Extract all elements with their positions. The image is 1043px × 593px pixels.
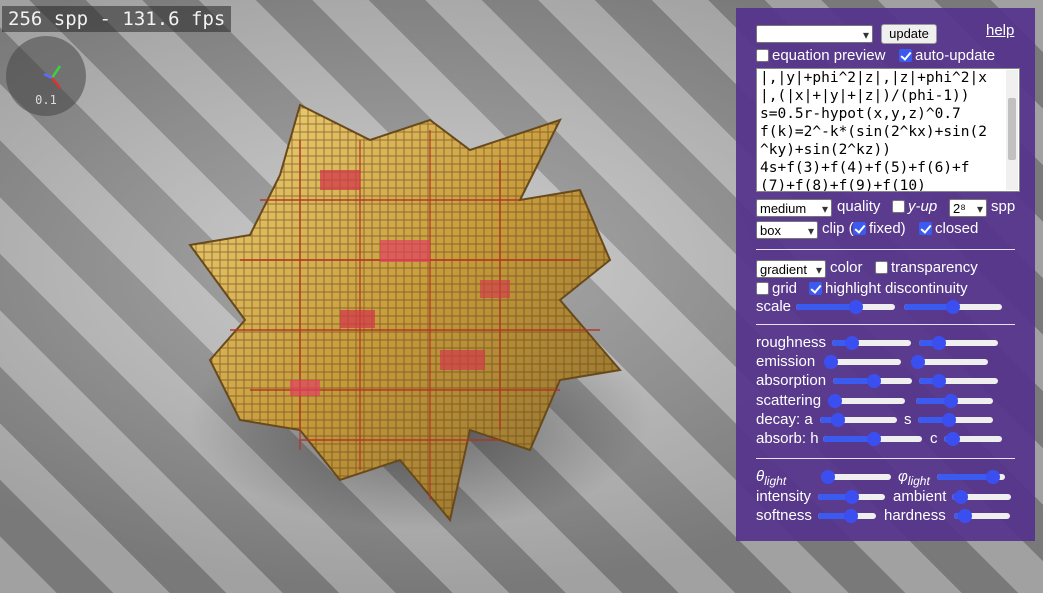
absorb-c-label: c [930,430,938,447]
absorption-label: absorption [756,372,827,389]
clip-fixed-toggle[interactable]: fixed) [853,220,906,237]
decay-a-label: decay: a [756,411,813,428]
clip-label: clip ( [822,220,854,237]
transparency-label: transparency [891,259,978,276]
divider [756,249,1015,250]
phi-light-slider[interactable] [937,470,1005,484]
absorb-h-slider[interactable] [823,432,922,446]
transparency-checkbox[interactable] [875,261,888,274]
y-up-toggle[interactable]: y-up [892,198,937,215]
axis-gizmo[interactable]: 0.1 [6,36,86,116]
equation-line: (7)+f(8)+f(9)+f(10) [760,178,926,192]
highlight-discontinuity-label: highlight discontinuity [825,280,968,297]
auto-update-label: auto-update [915,47,996,64]
control-panel: update help equation preview auto-update… [736,8,1035,541]
decay-s-label: s [904,411,912,428]
absorption-slider-a[interactable] [833,374,912,388]
equation-preview-checkbox[interactable] [756,49,769,62]
divider [756,324,1015,325]
softness-slider[interactable] [818,509,876,523]
hardness-label: hardness [884,507,946,524]
decay-s-slider[interactable] [918,413,993,427]
clip-closed-toggle[interactable]: closed [919,220,978,237]
equation-editor[interactable]: |,|y|+phi^2|z|,|z|+phi^2|x |,(|x|+|y|+|z… [756,68,1020,192]
absorb-h-label: absorb: h [756,430,819,447]
scale-slider-b[interactable] [904,300,1002,314]
roughness-slider-a[interactable] [832,336,911,350]
intensity-label: intensity [756,488,812,505]
grid-toggle[interactable]: grid [756,280,797,297]
absorption-slider-b[interactable] [919,374,998,388]
ambient-slider[interactable] [952,490,1011,504]
equation-line: |,|y|+phi^2|z|,|z|+phi^2|x [760,70,987,86]
equation-line: 4s+f(3)+f(4)+f(5)+f(6)+f [760,160,970,176]
scattering-slider-a[interactable] [828,394,905,408]
editor-scrollbar[interactable] [1006,70,1018,190]
equation-line: f(k)=2^-k*(sin(2^kx)+sin(2 [760,124,987,140]
color-select[interactable]: gradient [756,260,826,279]
equation-line: |,(|x|+|y|+|z|)/(phi-1)) [760,88,970,104]
fps-counter: 256 spp - 131.6 fps [2,6,232,32]
equation-line: s=0.5r-hypot(x,y,z)^0.7 [760,106,961,122]
highlight-discontinuity-checkbox[interactable] [809,282,822,295]
grid-checkbox[interactable] [756,282,769,295]
clip-select[interactable]: box [756,221,818,240]
clip-closed-label: closed [935,220,979,237]
gizmo-value: 0.1 [35,93,57,107]
preset-select[interactable] [756,25,873,44]
decay-a-slider[interactable] [820,413,897,427]
softness-label: softness [756,507,812,524]
equation-line: ^ky)+sin(2^kz)) [760,142,891,158]
editor-scroll-thumb[interactable] [1008,98,1016,160]
clip-closed-checkbox[interactable] [919,222,932,235]
auto-update-checkbox[interactable] [899,49,912,62]
spp-select[interactable]: 2⁸ [949,199,987,218]
color-label: color [830,259,863,276]
theta-light-slider[interactable] [821,470,891,484]
y-up-checkbox[interactable] [892,200,905,213]
emission-slider-b[interactable] [911,355,988,369]
theta-light-label: θlight [756,468,787,488]
y-up-label: y-up [908,198,938,215]
scale-slider-a[interactable] [796,300,895,314]
quality-select[interactable]: medium [756,199,832,218]
help-link[interactable]: help [986,22,1014,39]
highlight-discontinuity-toggle[interactable]: highlight discontinuity [809,280,968,297]
roughness-label: roughness [756,334,827,351]
equation-preview-label: equation preview [772,47,886,64]
grid-label: grid [772,280,798,297]
emission-slider-a[interactable] [824,355,901,369]
auto-update-toggle[interactable]: auto-update [899,47,995,64]
clip-fixed-checkbox[interactable] [853,222,866,235]
transparency-toggle[interactable]: transparency [875,259,978,276]
clip-fixed-label: fixed) [869,220,906,237]
update-button[interactable]: update [881,24,937,44]
ambient-label: ambient [893,488,947,505]
quality-label: quality [837,198,881,215]
scattering-slider-b[interactable] [916,394,993,408]
emission-label: emission [756,353,816,370]
roughness-slider-b[interactable] [919,336,998,350]
phi-light-label: φlight [898,468,930,488]
spp-label: spp [991,198,1016,215]
absorb-c-slider[interactable] [944,432,1002,446]
intensity-slider[interactable] [818,490,885,504]
scale-label: scale [756,298,792,315]
divider [756,458,1015,459]
scattering-label: scattering [756,392,822,409]
hardness-slider[interactable] [954,509,1010,523]
equation-preview-toggle[interactable]: equation preview [756,47,885,64]
